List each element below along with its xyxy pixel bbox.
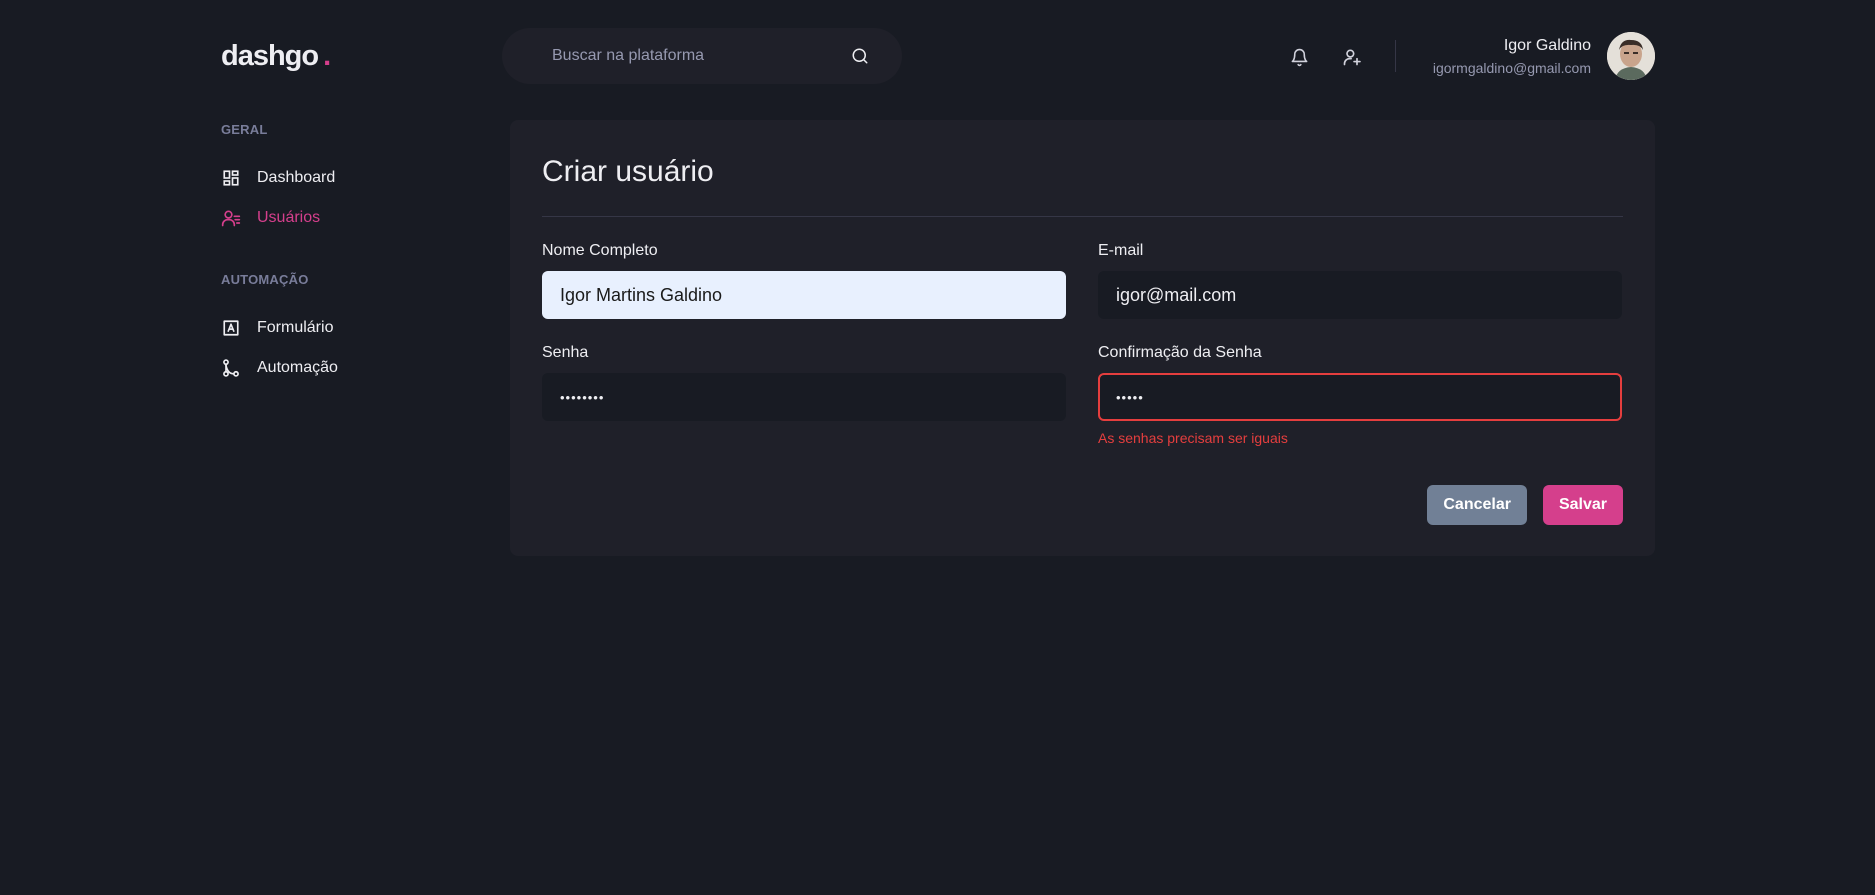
logo[interactable]: dashgo. — [221, 40, 331, 73]
password-label: Senha — [542, 344, 589, 361]
profile-info: Igor Galdino igormgaldino@gmail.com — [1433, 36, 1591, 78]
password-confirmation-input[interactable]: ••••• — [1098, 373, 1622, 421]
password-confirmation-field: Confirmação da Senha ••••• As senhas pre… — [1098, 343, 1622, 447]
profile-name: Igor Galdino — [1503, 37, 1591, 54]
sidebar-item-label: Automação — [257, 359, 338, 376]
header-divider — [1395, 40, 1396, 72]
nav-section-geral: GERAL Dashboard Usuários — [221, 120, 481, 230]
page-title: Criar usuário — [542, 155, 714, 188]
email-input[interactable]: igor@mail.com — [1098, 271, 1622, 319]
create-user-card: Criar usuário Nome Completo Igor Martins… — [510, 120, 1655, 556]
save-button[interactable]: Salvar — [1542, 485, 1623, 525]
create-user-form: Nome Completo Igor Martins Galdino E-mai… — [542, 241, 1623, 447]
password-field: Senha •••••••• — [542, 343, 1066, 447]
notifications-nav — [1289, 44, 1362, 70]
nav-section-title: AUTOMAÇÃO — [221, 272, 309, 287]
search-input[interactable] — [550, 46, 850, 66]
user-add-icon[interactable] — [1342, 47, 1362, 67]
email-field: E-mail igor@mail.com — [1098, 241, 1622, 319]
sidebar-item-formulario[interactable]: Formulário — [221, 316, 481, 340]
logo-dot: . — [323, 40, 331, 72]
bell-icon[interactable] — [1289, 47, 1309, 67]
header: dashgo. Igor Galdino — [221, 28, 1655, 84]
sidebar-item-usuarios[interactable]: Usuários — [221, 206, 481, 230]
form-icon — [221, 318, 241, 338]
email-label: E-mail — [1098, 242, 1144, 259]
name-field: Nome Completo Igor Martins Galdino — [542, 241, 1066, 319]
form-actions: Cancelar Salvar — [1427, 485, 1623, 525]
sidebar-item-automacao[interactable]: Automação — [221, 356, 481, 380]
search-bar — [502, 28, 902, 84]
sidebar: GERAL Dashboard Usuários AUTOMAÇÃO Formu… — [221, 120, 481, 396]
sidebar-item-label: Formulário — [257, 319, 334, 336]
search-icon[interactable] — [850, 46, 870, 66]
dashboard-icon — [221, 168, 241, 188]
users-icon — [221, 208, 241, 228]
divider — [542, 216, 1623, 217]
cancel-button[interactable]: Cancelar — [1427, 485, 1527, 525]
sidebar-item-label: Dashboard — [257, 169, 336, 186]
logo-text: dashgo — [221, 40, 319, 72]
nav-section-automacao: AUTOMAÇÃO Formulário Automação — [221, 270, 481, 380]
sidebar-item-dashboard[interactable]: Dashboard — [221, 166, 481, 190]
name-label: Nome Completo — [542, 242, 658, 259]
name-input[interactable]: Igor Martins Galdino — [542, 271, 1066, 319]
profile-email: igormgaldino@gmail.com — [1432, 60, 1591, 76]
password-input[interactable]: •••••••• — [542, 373, 1066, 421]
password-confirmation-label: Confirmação da Senha — [1098, 344, 1262, 361]
avatar[interactable] — [1607, 32, 1655, 80]
nav-section-title: GERAL — [221, 122, 268, 137]
git-merge-icon — [221, 358, 241, 378]
sidebar-item-label: Usuários — [257, 209, 321, 226]
password-confirmation-error: As senhas precisam ser iguais — [1098, 430, 1288, 446]
